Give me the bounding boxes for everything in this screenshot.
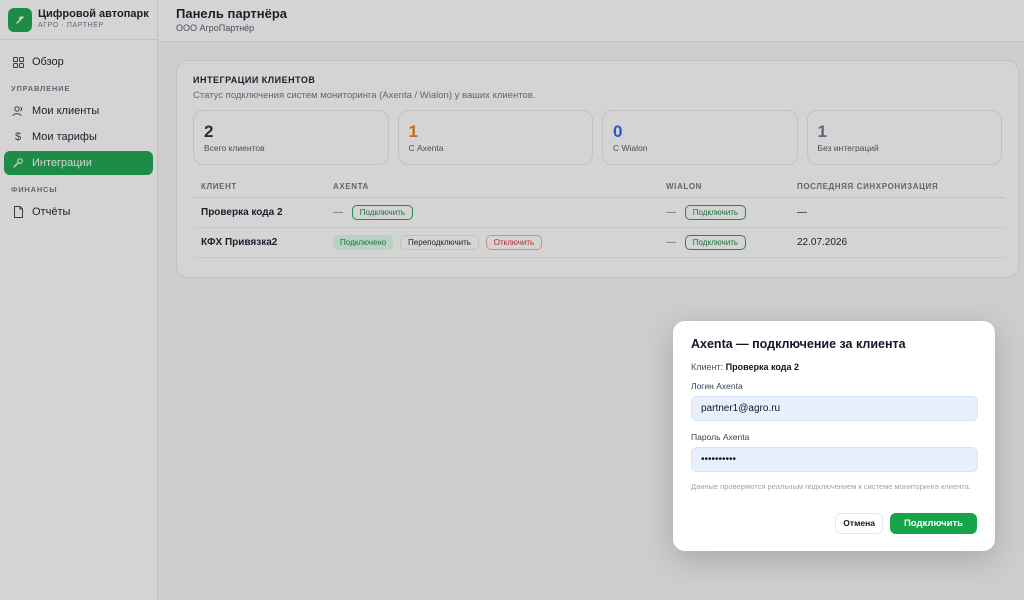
login-input[interactable] (691, 396, 978, 421)
password-input[interactable] (691, 447, 978, 472)
password-label: Пароль Axenta (691, 432, 750, 442)
axenta-connect-dialog: Axenta — подключение за клиента Клиент: … (673, 321, 995, 551)
connect-button[interactable]: Подключить (889, 513, 977, 534)
dialog-title: Axenta — подключение за клиента (691, 337, 906, 351)
dialog-actions: Отмена Подключить (835, 513, 977, 534)
dialog-client-line: Клиент: Проверка кода 2 (691, 362, 977, 372)
login-label: Логин Axenta (691, 381, 743, 391)
client-name: Проверка кода 2 (725, 362, 800, 372)
client-label: Клиент: (691, 362, 724, 372)
dialog-hint: Данные проверяются реальным подключением… (691, 482, 971, 491)
cancel-button[interactable]: Отмена (835, 513, 883, 534)
